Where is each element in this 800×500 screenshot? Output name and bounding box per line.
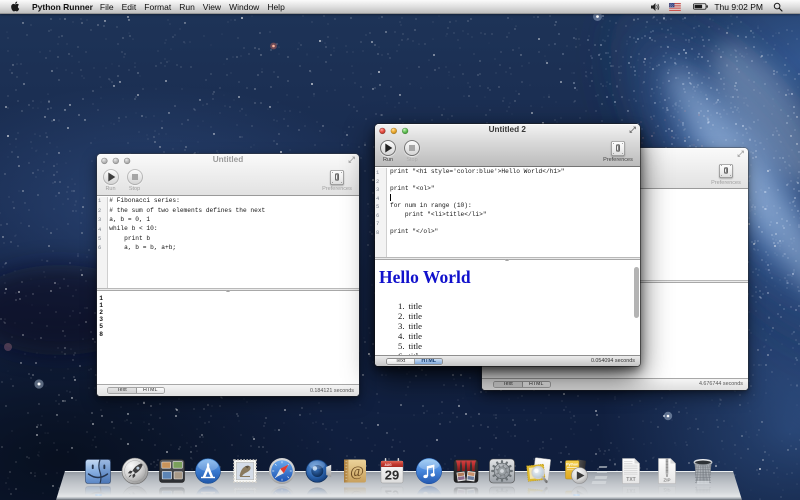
svg-text:TXT: TXT: [626, 487, 635, 493]
svg-text:29: 29: [385, 468, 399, 483]
svg-text:AUG: AUG: [385, 463, 393, 467]
svg-text:@: @: [350, 464, 364, 480]
svg-text:29: 29: [385, 488, 399, 497]
svg-text:TXT: TXT: [626, 477, 635, 483]
svg-text:@: @: [350, 490, 364, 496]
svg-text:Python: Python: [566, 462, 578, 466]
svg-text:ZIP: ZIP: [663, 478, 670, 483]
svg-text:ZIP: ZIP: [663, 488, 670, 493]
